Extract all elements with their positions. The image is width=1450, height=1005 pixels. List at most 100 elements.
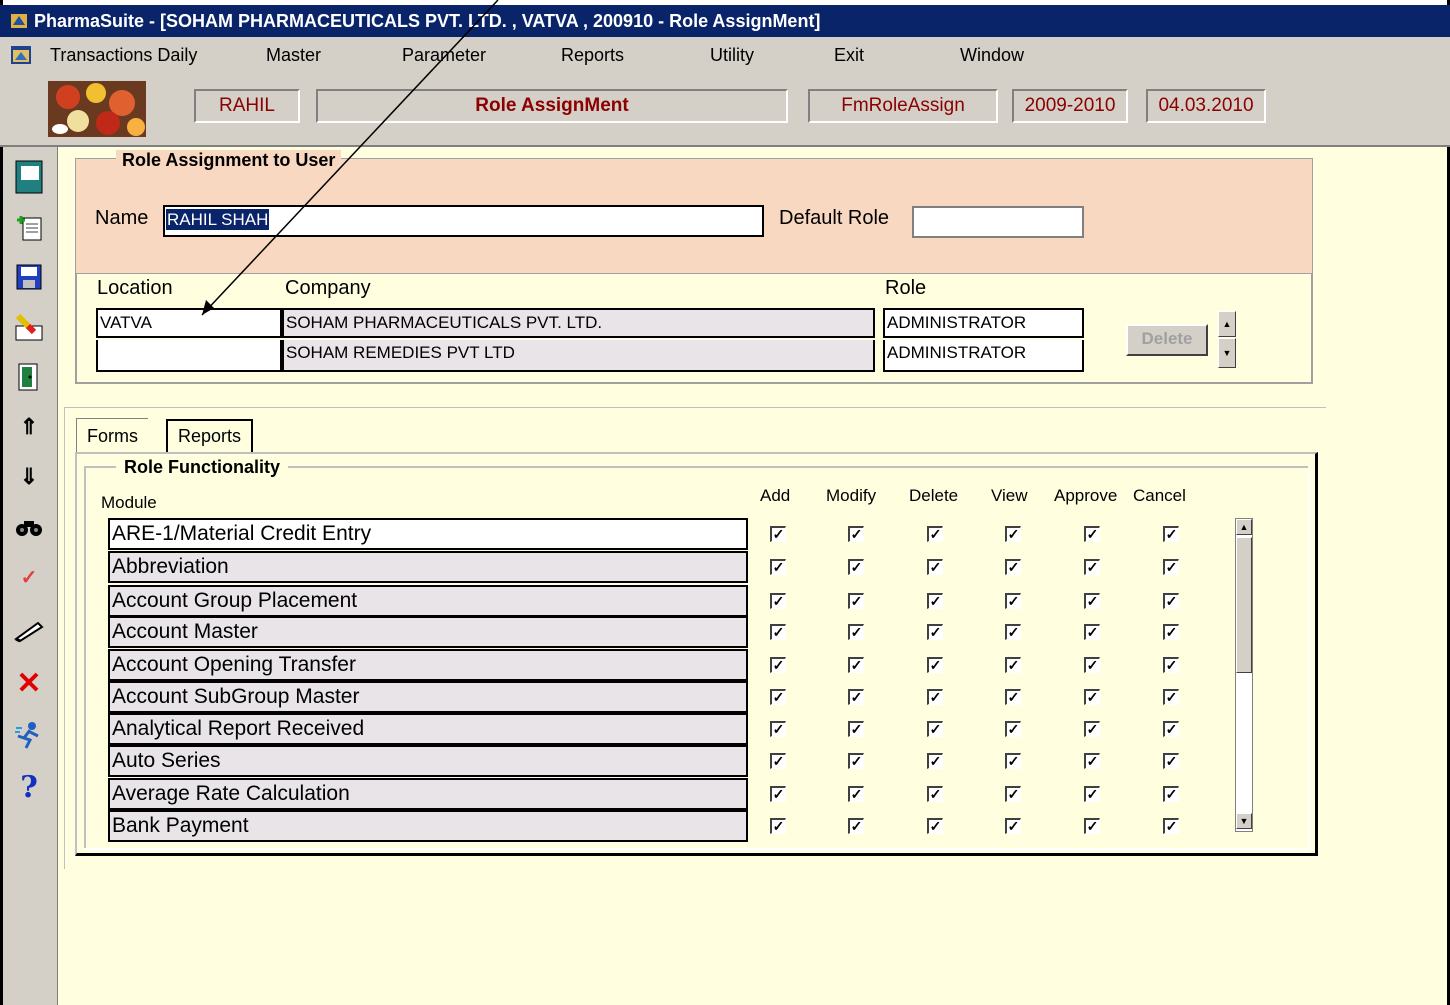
- clear-icon[interactable]: [9, 305, 49, 349]
- checkbox-modify[interactable]: ✓: [848, 818, 864, 834]
- checkbox-add[interactable]: ✓: [770, 526, 786, 542]
- down-arrow-icon[interactable]: ⇓: [9, 455, 49, 499]
- checkbox-cancel[interactable]: ✓: [1163, 818, 1179, 834]
- form-icon[interactable]: [9, 155, 49, 199]
- module-row[interactable]: Abbreviation: [108, 551, 748, 583]
- menu-transactions-daily[interactable]: Transactions Daily: [50, 45, 197, 66]
- checkbox-cancel[interactable]: ✓: [1163, 657, 1179, 673]
- edit-pen-icon[interactable]: [9, 609, 49, 653]
- checkbox-delete[interactable]: ✓: [927, 559, 943, 575]
- checkbox-delete[interactable]: ✓: [927, 818, 943, 834]
- checkbox-approve[interactable]: ✓: [1084, 593, 1100, 609]
- exit-door-icon[interactable]: [9, 355, 49, 399]
- find-binoculars-icon[interactable]: [9, 505, 49, 549]
- checkbox-approve[interactable]: ✓: [1084, 657, 1100, 673]
- up-arrow-icon[interactable]: ⇑: [9, 405, 49, 449]
- checkbox-view[interactable]: ✓: [1005, 559, 1021, 575]
- location-cell[interactable]: VATVA: [96, 308, 282, 338]
- checkbox-approve[interactable]: ✓: [1084, 689, 1100, 705]
- approve-check-icon[interactable]: ✓: [9, 555, 49, 599]
- checkbox-add[interactable]: ✓: [770, 593, 786, 609]
- checkbox-add[interactable]: ✓: [770, 818, 786, 834]
- checkbox-view[interactable]: ✓: [1005, 657, 1021, 673]
- checkbox-view[interactable]: ✓: [1005, 753, 1021, 769]
- scroll-up-icon[interactable]: ▲: [1218, 311, 1236, 337]
- checkbox-view[interactable]: ✓: [1005, 593, 1021, 609]
- checkbox-view[interactable]: ✓: [1005, 526, 1021, 542]
- checkbox-modify[interactable]: ✓: [848, 753, 864, 769]
- menu-reports[interactable]: Reports: [561, 45, 624, 66]
- checkbox-view[interactable]: ✓: [1005, 818, 1021, 834]
- checkbox-cancel[interactable]: ✓: [1163, 624, 1179, 640]
- checkbox-approve[interactable]: ✓: [1084, 753, 1100, 769]
- checkbox-view[interactable]: ✓: [1005, 624, 1021, 640]
- role-cell[interactable]: ADMINISTRATOR: [883, 340, 1084, 372]
- help-icon[interactable]: ?: [9, 765, 49, 809]
- name-input[interactable]: RAHIL SHAH: [163, 205, 764, 237]
- title-bar[interactable]: PharmaSuite - [SOHAM PHARMACEUTICALS PVT…: [0, 5, 1450, 37]
- module-row[interactable]: ARE-1/Material Credit Entry: [108, 518, 748, 550]
- checkbox-modify[interactable]: ✓: [848, 689, 864, 705]
- checkbox-add[interactable]: ✓: [770, 786, 786, 802]
- default-role-input[interactable]: [912, 206, 1084, 238]
- checkbox-delete[interactable]: ✓: [927, 624, 943, 640]
- delete-button[interactable]: Delete: [1126, 324, 1208, 356]
- checkbox-add[interactable]: ✓: [770, 657, 786, 673]
- checkbox-cancel[interactable]: ✓: [1163, 753, 1179, 769]
- menu-master[interactable]: Master: [266, 45, 321, 66]
- checkbox-approve[interactable]: ✓: [1084, 624, 1100, 640]
- checkbox-add[interactable]: ✓: [770, 721, 786, 737]
- menu-parameter[interactable]: Parameter: [402, 45, 486, 66]
- module-row[interactable]: Auto Series: [108, 745, 748, 777]
- module-row[interactable]: Account Group Placement: [108, 585, 748, 617]
- module-row[interactable]: Analytical Report Received: [108, 713, 748, 745]
- new-record-icon[interactable]: [9, 205, 49, 249]
- checkbox-add[interactable]: ✓: [770, 753, 786, 769]
- save-icon[interactable]: [9, 255, 49, 299]
- checkbox-delete[interactable]: ✓: [927, 526, 943, 542]
- tab-reports[interactable]: Reports: [166, 419, 254, 453]
- checkbox-modify[interactable]: ✓: [848, 559, 864, 575]
- module-row[interactable]: Account SubGroup Master: [108, 681, 748, 713]
- checkbox-cancel[interactable]: ✓: [1163, 526, 1179, 542]
- checkbox-approve[interactable]: ✓: [1084, 818, 1100, 834]
- checkbox-approve[interactable]: ✓: [1084, 559, 1100, 575]
- checkbox-delete[interactable]: ✓: [927, 721, 943, 737]
- menu-window[interactable]: Window: [960, 45, 1024, 66]
- checkbox-modify[interactable]: ✓: [848, 721, 864, 737]
- scroll-down-icon[interactable]: ▼: [1236, 813, 1252, 829]
- checkbox-cancel[interactable]: ✓: [1163, 689, 1179, 705]
- checkbox-cancel[interactable]: ✓: [1163, 559, 1179, 575]
- scroll-down-icon[interactable]: ▼: [1218, 338, 1236, 368]
- module-row[interactable]: Account Opening Transfer: [108, 649, 748, 681]
- company-cell[interactable]: SOHAM REMEDIES PVT LTD: [282, 340, 875, 372]
- company-cell[interactable]: SOHAM PHARMACEUTICALS PVT. LTD.: [282, 308, 875, 338]
- delete-x-icon[interactable]: ✕: [9, 661, 49, 705]
- menu-utility[interactable]: Utility: [710, 45, 754, 66]
- checkbox-view[interactable]: ✓: [1005, 721, 1021, 737]
- scroll-thumb[interactable]: [1236, 537, 1252, 673]
- module-scrollbar[interactable]: ▲ ▼: [1235, 518, 1253, 832]
- checkbox-add[interactable]: ✓: [770, 689, 786, 705]
- checkbox-delete[interactable]: ✓: [927, 657, 943, 673]
- checkbox-cancel[interactable]: ✓: [1163, 593, 1179, 609]
- checkbox-cancel[interactable]: ✓: [1163, 786, 1179, 802]
- checkbox-add[interactable]: ✓: [770, 624, 786, 640]
- location-cell[interactable]: [96, 340, 282, 372]
- checkbox-approve[interactable]: ✓: [1084, 721, 1100, 737]
- checkbox-approve[interactable]: ✓: [1084, 786, 1100, 802]
- tab-forms[interactable]: Forms: [76, 418, 148, 454]
- checkbox-add[interactable]: ✓: [770, 559, 786, 575]
- checkbox-delete[interactable]: ✓: [927, 753, 943, 769]
- module-row[interactable]: Bank Payment: [108, 810, 748, 842]
- checkbox-view[interactable]: ✓: [1005, 689, 1021, 705]
- checkbox-delete[interactable]: ✓: [927, 689, 943, 705]
- scroll-up-icon[interactable]: ▲: [1236, 519, 1252, 535]
- checkbox-modify[interactable]: ✓: [848, 624, 864, 640]
- checkbox-modify[interactable]: ✓: [848, 657, 864, 673]
- mdi-child-icon[interactable]: [10, 45, 32, 65]
- module-row[interactable]: Account Master: [108, 616, 748, 648]
- menu-exit[interactable]: Exit: [834, 45, 864, 66]
- checkbox-modify[interactable]: ✓: [848, 593, 864, 609]
- checkbox-delete[interactable]: ✓: [927, 593, 943, 609]
